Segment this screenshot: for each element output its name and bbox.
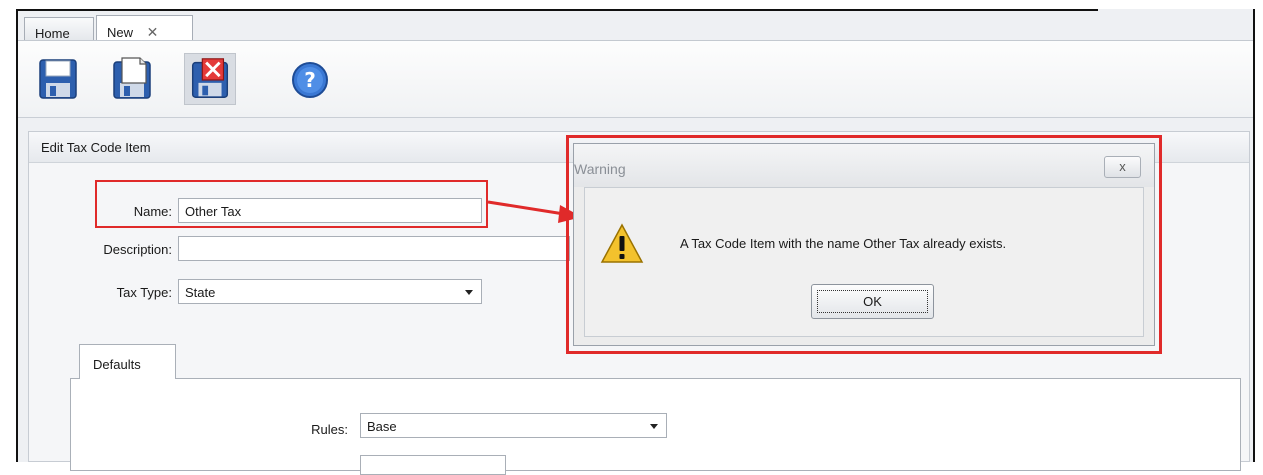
tax-type-value: State	[185, 285, 216, 300]
save-and-new-button[interactable]	[106, 53, 158, 105]
window-top-border	[16, 9, 1098, 11]
chevron-down-icon	[650, 424, 658, 429]
dialog-highlight-box	[566, 135, 1162, 354]
floppy-save-close-icon	[191, 58, 229, 98]
tax-type-label: Tax Type:	[116, 285, 172, 300]
tab-new-label: New	[107, 25, 134, 40]
tab-defaults[interactable]: Defaults	[79, 344, 176, 379]
rules-select[interactable]: Base	[360, 413, 667, 438]
help-button[interactable]: ?	[284, 53, 336, 105]
rate-field[interactable]	[360, 455, 506, 475]
rules-value: Base	[367, 419, 397, 434]
toolbar: ?	[18, 40, 1253, 118]
close-tab-icon[interactable]: ✕	[147, 24, 159, 40]
help-icon: ?	[292, 62, 328, 98]
rules-label: Rules:	[311, 422, 348, 437]
description-label: Description:	[103, 242, 172, 257]
save-button[interactable]	[32, 53, 84, 105]
chevron-down-icon	[465, 290, 473, 295]
name-highlight-box	[95, 180, 488, 228]
tab-defaults-label: Defaults	[93, 357, 141, 372]
tab-home[interactable]: Home	[24, 17, 94, 41]
tab-new[interactable]: New ✕	[96, 15, 193, 42]
floppy-save-new-icon	[113, 57, 151, 99]
floppy-save-icon	[39, 59, 77, 99]
panel-title: Edit Tax Code Item	[41, 140, 151, 155]
save-and-close-button[interactable]	[184, 53, 236, 105]
tab-bar: Home New ✕	[18, 11, 1253, 42]
tax-type-select[interactable]: State	[178, 279, 482, 304]
svg-text:?: ?	[304, 68, 316, 92]
description-field[interactable]	[178, 236, 570, 261]
tab-home-label: Home	[35, 26, 70, 41]
